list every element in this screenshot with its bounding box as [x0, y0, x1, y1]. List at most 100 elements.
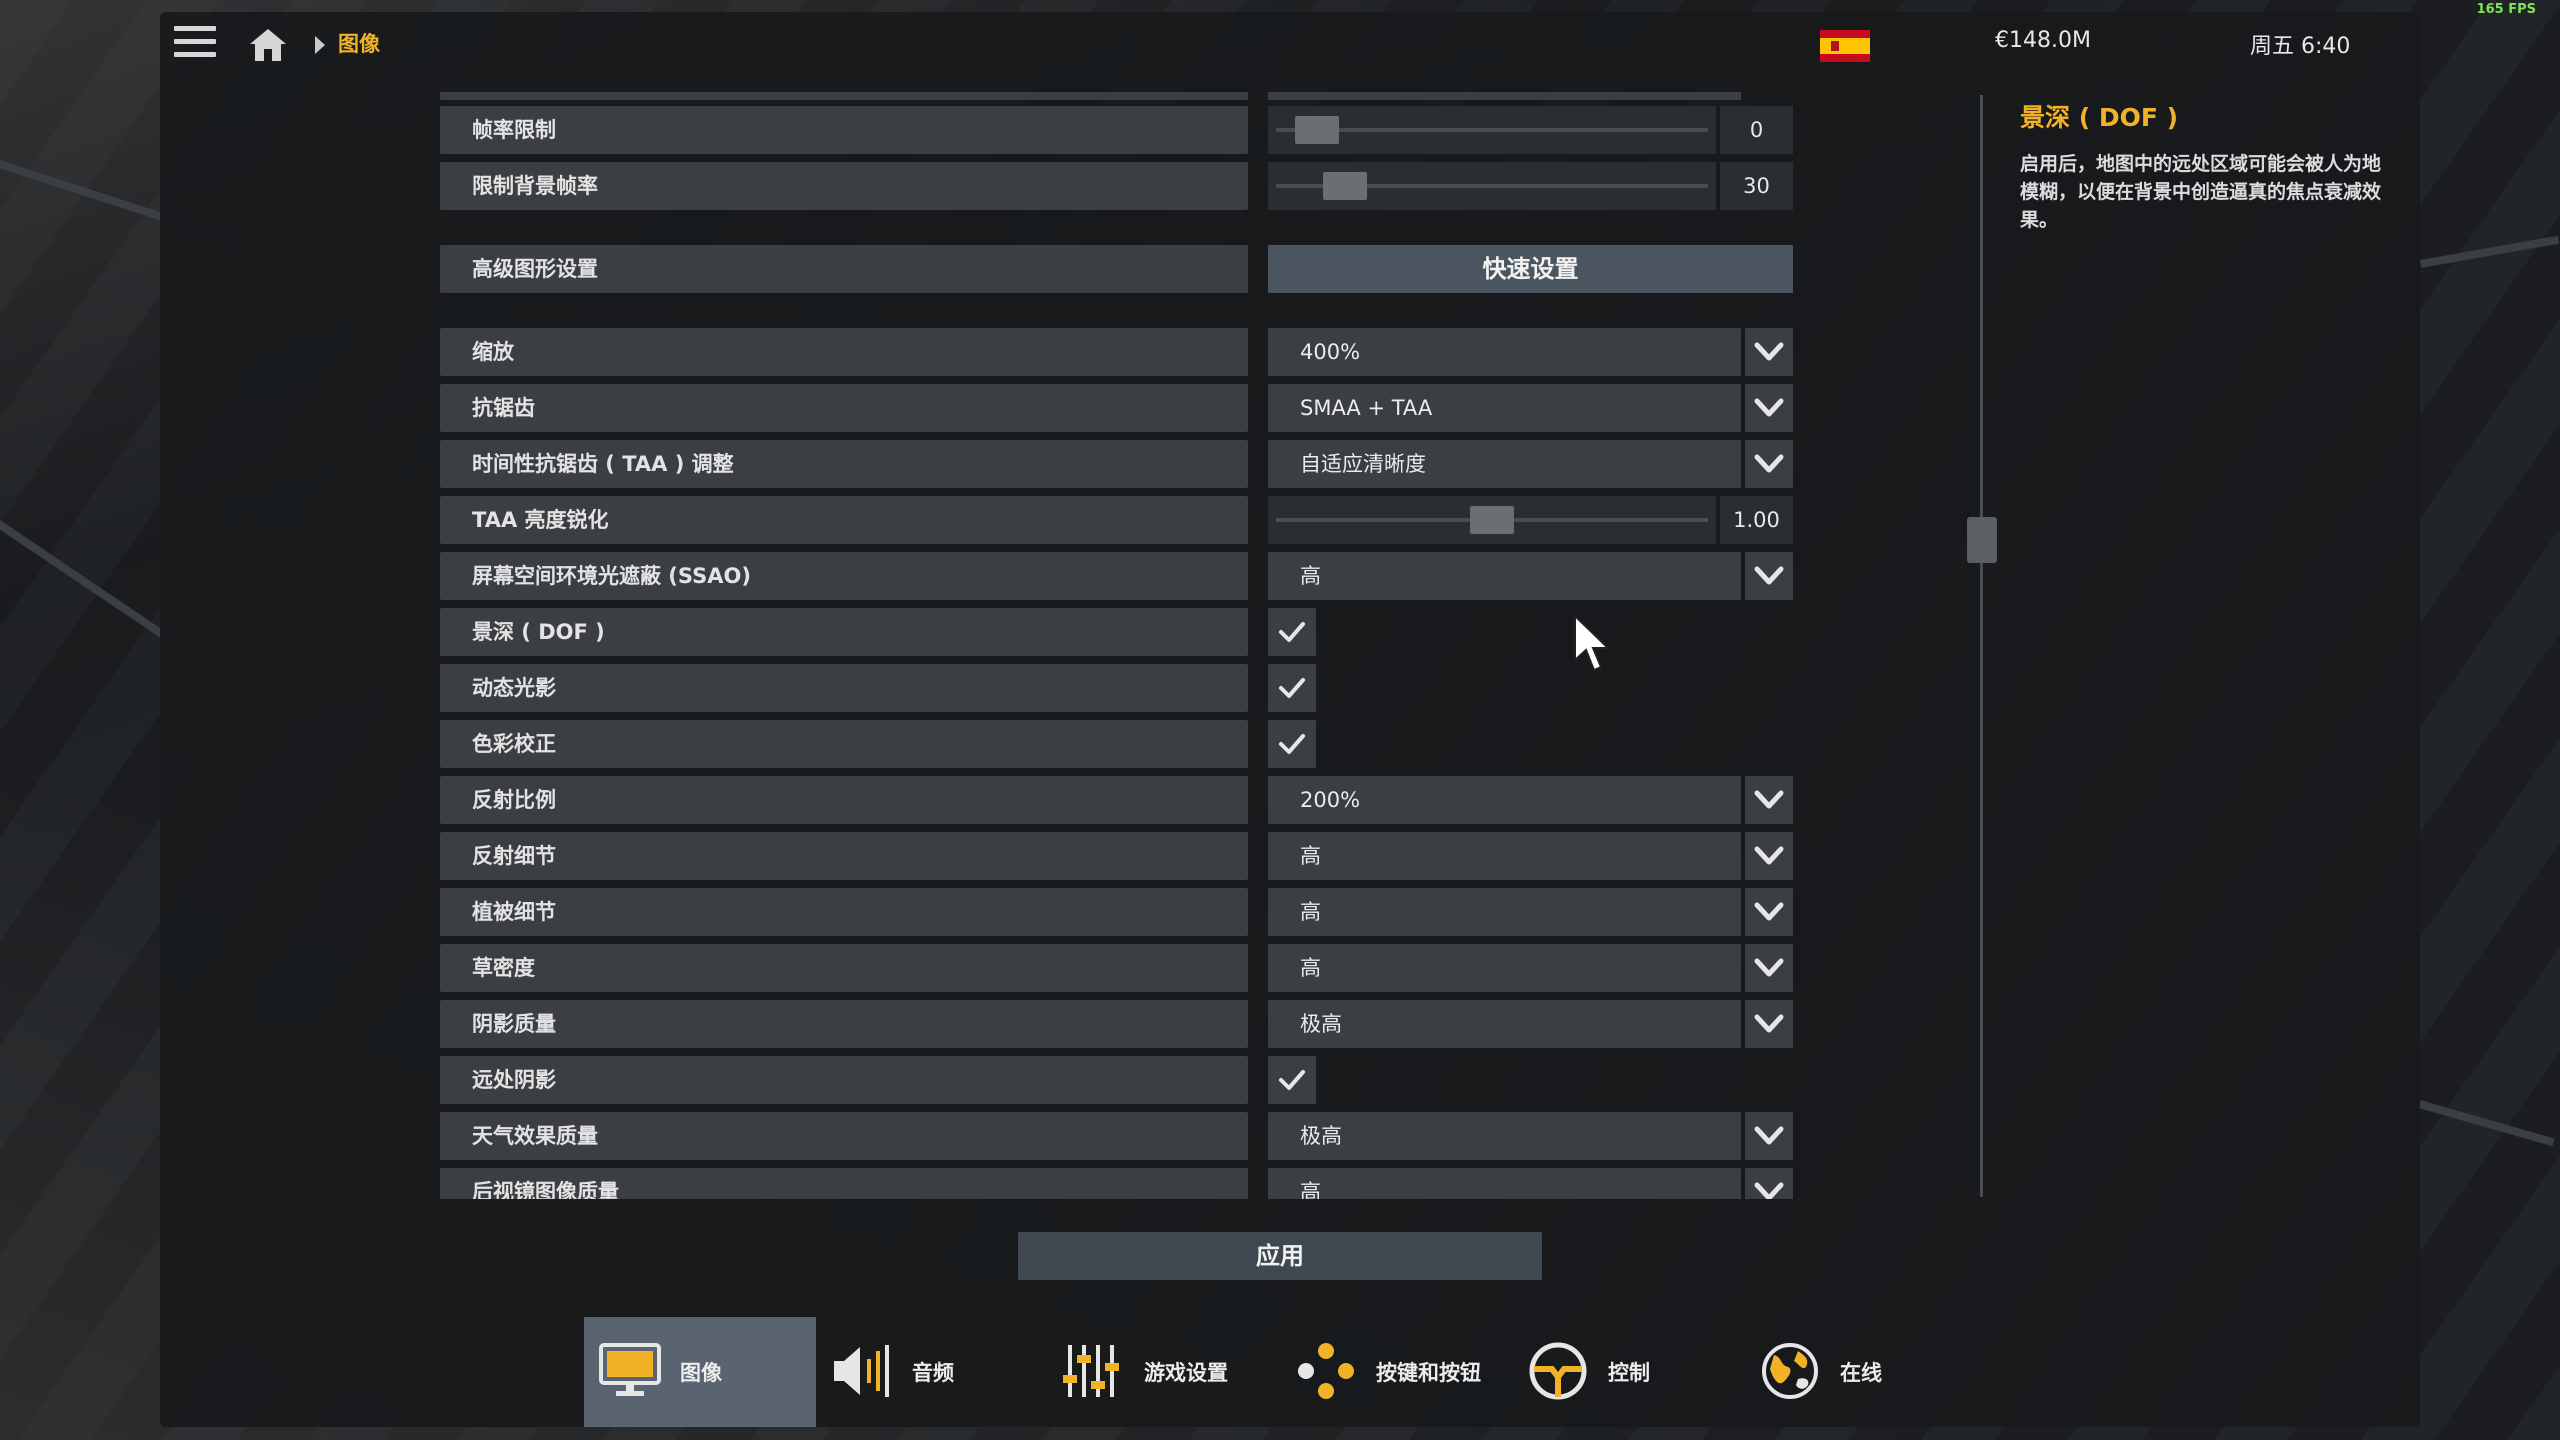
tab-graphics[interactable]: 图像: [584, 1317, 816, 1427]
setting-row-mirror-quality: 后视镜图像质量高: [440, 1168, 1990, 1199]
advanced-control: 快速设置: [1268, 245, 1793, 293]
money-display: €148.0M: [1995, 28, 2091, 53]
monitor-icon: [598, 1341, 662, 1401]
setting-label: 阴影质量: [440, 1000, 1248, 1048]
dropdown: 极高: [1268, 1000, 1793, 1048]
checkbox[interactable]: [1268, 1056, 1316, 1104]
scrollbar-track[interactable]: [1980, 95, 1983, 1197]
chevron-down-icon[interactable]: [1745, 384, 1793, 432]
setting-label: 限制背景帧率: [440, 162, 1248, 210]
checkbox-control: [1268, 608, 1793, 656]
bg-frame-limit-value: 30: [1720, 162, 1793, 210]
setting-label: 远处阴影: [440, 1056, 1248, 1104]
setting-row: [440, 92, 1990, 100]
chevron-down-icon[interactable]: [1745, 328, 1793, 376]
dropdown-value[interactable]: 400%: [1268, 328, 1741, 376]
setting-label: 屏幕空间环境光遮蔽 (SSAO): [440, 552, 1248, 600]
checkbox-control: [1268, 664, 1793, 712]
dropdown-value[interactable]: 高: [1268, 552, 1741, 600]
chevron-down-icon[interactable]: [1745, 776, 1793, 824]
tab-label: 游戏设置: [1144, 1361, 1228, 1385]
tab-keys-buttons[interactable]: 按键和按钮: [1280, 1317, 1512, 1427]
taa-sharpen-value: 1.00: [1720, 496, 1793, 544]
speaker-icon: [830, 1341, 894, 1401]
slider-thumb[interactable]: [1322, 172, 1367, 200]
dropdown-value[interactable]: [1268, 92, 1741, 100]
bg-frame-limit-slider[interactable]: [1268, 162, 1716, 210]
setting-row-shadow-quality: 阴影质量 极高: [440, 1000, 1990, 1048]
tab-audio[interactable]: 音频: [816, 1317, 1048, 1427]
dropdown: 高: [1268, 1168, 1793, 1199]
scrollbar-thumb[interactable]: [1967, 517, 1997, 563]
setting-row-dynamic-light: 动态光影: [440, 664, 1990, 712]
spain-flag-icon[interactable]: [1820, 30, 1870, 62]
dropdown-value[interactable]: 高: [1268, 944, 1741, 992]
chevron-down-icon[interactable]: [1745, 1000, 1793, 1048]
frame-limit-slider[interactable]: [1268, 106, 1716, 154]
chevron-down-icon[interactable]: [1745, 440, 1793, 488]
setting-label: 帧率限制: [440, 106, 1248, 154]
frame-limit-value: 0: [1720, 106, 1793, 154]
tab-gameplay[interactable]: 游戏设置: [1048, 1317, 1280, 1427]
checkbox[interactable]: [1268, 608, 1316, 656]
quick-settings-button[interactable]: 快速设置: [1268, 245, 1793, 293]
apply-button[interactable]: 应用: [1018, 1232, 1542, 1280]
slider-thumb[interactable]: [1295, 116, 1340, 144]
dropdown-value[interactable]: 高: [1268, 832, 1741, 880]
bg-frame-limit-control: 30: [1268, 162, 1793, 210]
setting-label: 景深 ( DOF ): [440, 608, 1248, 656]
chevron-down-icon[interactable]: [1745, 1112, 1793, 1160]
steering-wheel-icon: [1526, 1341, 1590, 1401]
dropdown: 自适应清晰度: [1268, 440, 1793, 488]
sliders-icon: [1062, 1341, 1126, 1401]
checkbox-control: [1268, 720, 1793, 768]
tab-label: 按键和按钮: [1376, 1361, 1481, 1385]
tab-label: 音频: [912, 1361, 954, 1385]
home-icon[interactable]: [248, 27, 288, 63]
dropdown: 200%: [1268, 776, 1793, 824]
dropdown-value[interactable]: SMAA + TAA: [1268, 384, 1741, 432]
dropdown-value[interactable]: 极高: [1268, 1112, 1741, 1160]
gamepad-buttons-icon: [1294, 1341, 1358, 1401]
slider-thumb[interactable]: [1470, 506, 1514, 534]
setting-label: 抗锯齿: [440, 384, 1248, 432]
setting-label: [440, 92, 1248, 100]
chevron-down-icon[interactable]: [1745, 944, 1793, 992]
setting-label: 草密度: [440, 944, 1248, 992]
setting-row-antialias: 抗锯齿 SMAA + TAA: [440, 384, 1990, 432]
tab-online[interactable]: 在线: [1744, 1317, 1976, 1427]
setting-label: 反射比例: [440, 776, 1248, 824]
setting-row-vegetation-detail: 植被细节高: [440, 888, 1990, 936]
breadcrumb[interactable]: 图像: [338, 28, 380, 58]
globe-icon: [1758, 1341, 1822, 1401]
setting-row-bg-frame-limit: 限制背景帧率 30: [440, 162, 1990, 210]
dropdown: 极高: [1268, 1112, 1793, 1160]
setting-label: TAA 亮度锐化: [440, 496, 1248, 544]
dropdown-value[interactable]: 200%: [1268, 776, 1741, 824]
taa-sharpen-control: 1.00: [1268, 496, 1793, 544]
dropdown-value[interactable]: 高: [1268, 888, 1741, 936]
setting-row-color-correction: 色彩校正: [440, 720, 1990, 768]
chevron-down-icon[interactable]: [1745, 1168, 1793, 1199]
dropdown-value[interactable]: 高: [1268, 1168, 1741, 1199]
dropdown-value[interactable]: 极高: [1268, 1000, 1741, 1048]
taa-sharpen-slider[interactable]: [1268, 496, 1716, 544]
settings-list[interactable]: 帧率限制 0 限制背景帧率 30 高级图形设置 快速设置 缩放 400% 抗锯齿 S…: [440, 92, 1990, 1199]
chevron-down-icon[interactable]: [1745, 552, 1793, 600]
dropdown-value[interactable]: 自适应清晰度: [1268, 440, 1741, 488]
setting-label: 时间性抗锯齿 ( TAA ) 调整: [440, 440, 1248, 488]
checkbox[interactable]: [1268, 664, 1316, 712]
description-title: 景深 ( DOF ): [2020, 103, 2179, 132]
setting-row-taa-sharpen: TAA 亮度锐化 1.00: [440, 496, 1990, 544]
chevron-down-icon[interactable]: [1745, 832, 1793, 880]
tab-controls[interactable]: 控制: [1512, 1317, 1744, 1427]
description-text: 启用后，地图中的远处区域可能会被人为地模糊，以便在背景中创造逼真的焦点衰减效果。: [2020, 153, 2382, 231]
menu-icon[interactable]: [174, 26, 216, 60]
mouse-cursor-icon: [1574, 614, 1611, 672]
setting-row-ssao: 屏幕空间环境光遮蔽 (SSAO) 高: [440, 552, 1990, 600]
checkbox[interactable]: [1268, 720, 1316, 768]
chevron-down-icon[interactable]: [1745, 888, 1793, 936]
breadcrumb-arrow-icon: [315, 36, 325, 54]
bottom-tab-bar: 图像 音频 游戏设置 按键和按钮 控制 在线: [584, 1317, 2420, 1427]
setting-label: 动态光影: [440, 664, 1248, 712]
